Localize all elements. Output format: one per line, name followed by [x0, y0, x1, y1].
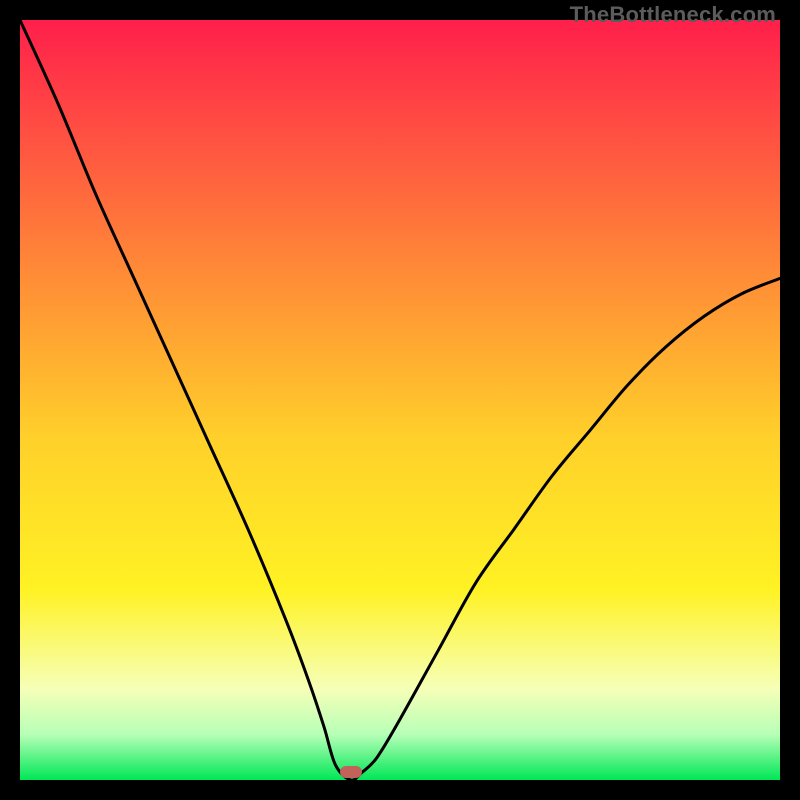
- gradient-background: [20, 20, 780, 780]
- bottleneck-marker: [340, 766, 362, 778]
- chart-svg: [20, 20, 780, 780]
- chart-frame: [20, 20, 780, 780]
- watermark-text: TheBottleneck.com: [570, 2, 776, 28]
